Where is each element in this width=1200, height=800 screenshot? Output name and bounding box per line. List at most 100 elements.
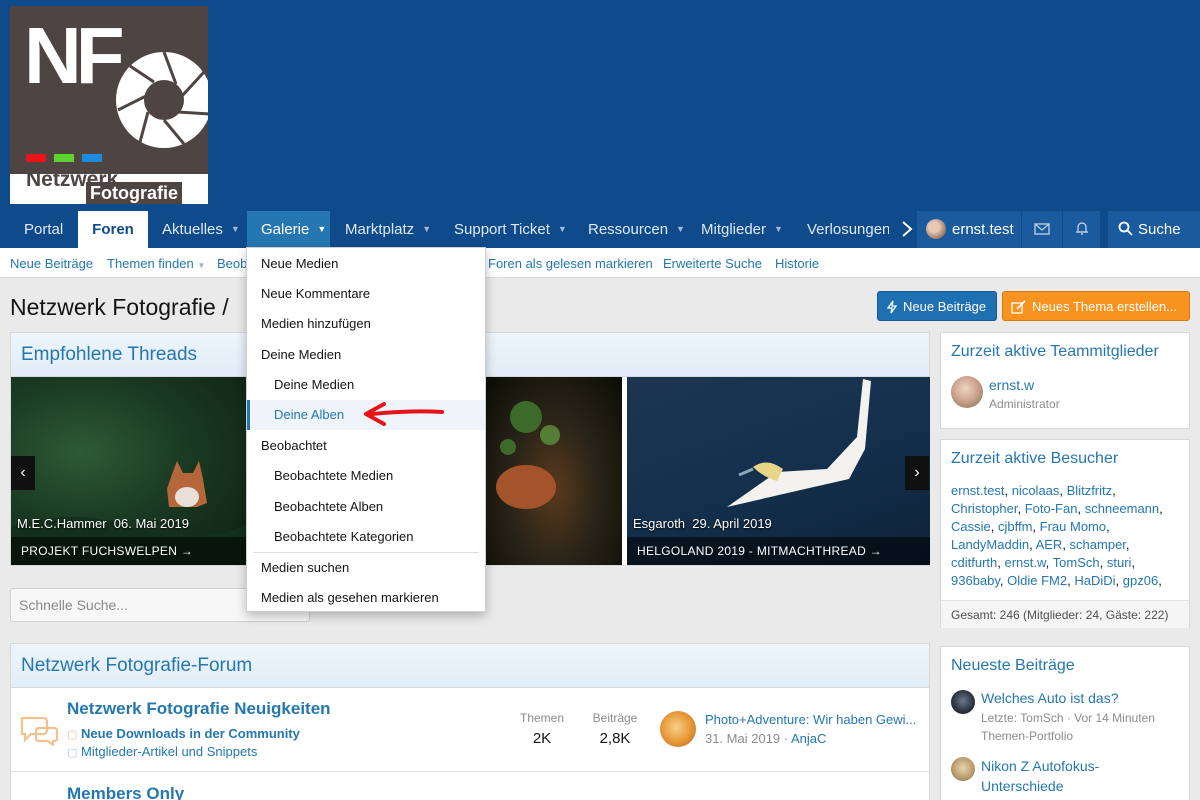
team-member-name[interactable]: ernst.w <box>989 377 1034 393</box>
chevron-down-icon[interactable]: ▼ <box>422 211 431 248</box>
avatar[interactable] <box>951 376 983 408</box>
visitor-link[interactable]: Frau Momo <box>1040 519 1106 534</box>
visitor-link[interactable]: cditfurth <box>951 555 997 570</box>
tab-support-ticket[interactable]: Support Ticket ▼ <box>444 211 577 248</box>
aperture-icon <box>116 51 208 148</box>
visitor-link[interactable]: HaDiDi <box>1074 573 1115 588</box>
site-logo[interactable]: NF Netzwerk Fotografie <box>10 6 208 204</box>
subforum-link[interactable]: ▢ Neue Downloads in der Community <box>67 726 300 741</box>
slide-caption[interactable]: PROJEKT FUCHSWELPEN → <box>11 537 247 565</box>
inbox-button[interactable] <box>1022 211 1062 248</box>
menu-item-your-media-heading[interactable]: Deine Medien <box>247 340 485 370</box>
tab-foren[interactable]: Foren <box>78 211 148 248</box>
new-posts-button[interactable]: Neue Beiträge <box>877 291 997 321</box>
visitor-link[interactable]: nicolaas <box>1012 483 1060 498</box>
last-post-title[interactable]: Photo+Adventure: Wir haben Gewi... <box>705 712 916 727</box>
visitor-link[interactable]: gpz06 <box>1123 573 1158 588</box>
forum-title-link[interactable]: Netzwerk Fotografie Neuigkeiten <box>67 699 331 719</box>
latest-post-title[interactable]: Nikon Z Autofokus- <box>981 758 1099 774</box>
visitor-link[interactable]: LandyMaddin <box>951 537 1029 552</box>
slider-next-button[interactable]: › <box>905 456 929 490</box>
visitor-link[interactable]: 936baby <box>951 573 1000 588</box>
logo-color-bars <box>26 150 110 165</box>
subnav-advanced-search[interactable]: Erweiterte Suche <box>663 256 762 271</box>
subforum-link[interactable]: ▢ Mitglieder-Artikel und Snippets <box>67 744 257 759</box>
new-thread-label: Neues Thema erstellen... <box>1032 299 1177 314</box>
menu-item-search-media[interactable]: Medien suchen <box>247 553 485 583</box>
last-post-user[interactable]: AnjaC <box>791 731 826 746</box>
menu-item-add-media[interactable]: Medien hinzufügen <box>247 309 485 339</box>
chevron-down-icon[interactable]: ▼ <box>558 211 567 248</box>
tab-mitglieder[interactable]: Mitglieder ▼ <box>691 211 793 248</box>
avatar[interactable] <box>951 690 975 714</box>
subnav-watched[interactable]: Beob <box>217 256 247 271</box>
featured-slide[interactable]: M.E.C.Hammer 06. Mai 2019 PROJEKT FUCHSW… <box>11 377 247 565</box>
slide-caption[interactable]: HELGOLAND 2019 - MITMACHTHREAD → <box>627 537 930 565</box>
tab-verlosungen[interactable]: Verlosungen <box>797 211 889 248</box>
visitor-link[interactable]: cjbffm <box>998 519 1032 534</box>
visitor-link[interactable]: Blitzfritz <box>1067 483 1113 498</box>
featured-slide[interactable] <box>486 377 622 565</box>
subnav-history[interactable]: Historie <box>775 256 819 271</box>
visitor-link[interactable]: schamper <box>1070 537 1126 552</box>
visitor-link[interactable]: TomSch <box>1053 555 1100 570</box>
latest-post-forum[interactable]: Themen-Portfolio <box>981 729 1073 743</box>
divider <box>11 771 929 772</box>
menu-item-watched-albums[interactable]: Beobachtete Alben <box>247 492 485 522</box>
visitor-link[interactable]: Foto-Fan <box>1025 501 1078 516</box>
active-visitors-block: Zurzeit aktive Besucher ernst.test, nico… <box>940 439 1190 628</box>
chevron-down-icon[interactable]: ▼ <box>676 211 685 248</box>
visitor-link[interactable]: Christopher <box>951 501 1017 516</box>
chevron-down-icon[interactable]: ▼ <box>317 211 326 248</box>
tab-marktplatz[interactable]: Marktplatz ▼ <box>335 211 441 248</box>
chevron-down-icon[interactable]: ▼ <box>231 211 240 248</box>
latest-post-title[interactable]: Welches Auto ist das? <box>981 690 1118 706</box>
latest-post-title-cont[interactable]: Unterschiede <box>981 778 1064 794</box>
search-icon <box>1118 221 1133 236</box>
subnav-mark-read[interactable]: Foren als gelesen markieren <box>488 256 653 271</box>
forum-title-link[interactable]: Members Only <box>67 784 184 800</box>
tab-label: Galerie <box>261 221 310 238</box>
menu-item-watched-categories[interactable]: Beobachtete Kategorien <box>247 522 485 552</box>
slide-author: M.E.C.Hammer <box>17 516 107 531</box>
tab-aktuelles[interactable]: Aktuelles ▼ <box>152 211 250 248</box>
menu-item-new-media[interactable]: Neue Medien <box>247 249 485 279</box>
menu-item-your-media[interactable]: Deine Medien <box>247 370 485 400</box>
tab-portal[interactable]: Portal <box>14 211 73 248</box>
tab-label: Aktuelles <box>162 221 223 238</box>
visitor-link[interactable]: AER <box>1036 537 1063 552</box>
tab-ressourcen[interactable]: Ressourcen ▼ <box>578 211 695 248</box>
subnav-new-posts[interactable]: Neue Beiträge <box>10 256 93 271</box>
visitor-link[interactable]: Oldie FM2 <box>1007 573 1067 588</box>
chevron-down-icon: ▼ <box>197 261 206 270</box>
forum-category-title[interactable]: Netzwerk Fotografie-Forum <box>11 644 929 688</box>
tab-galerie[interactable]: Galerie ▼ <box>247 211 330 248</box>
visitor-link[interactable]: schneemann <box>1085 501 1159 516</box>
chevron-down-icon[interactable]: ▼ <box>774 211 783 248</box>
avatar[interactable] <box>660 711 696 747</box>
user-menu[interactable]: ernst.test <box>917 211 1021 248</box>
logo-word-fotografie: Fotografie <box>86 182 182 204</box>
visitor-link[interactable]: Cassie <box>951 519 991 534</box>
chevron-right-icon: › <box>914 464 920 481</box>
menu-item-watched-media[interactable]: Beobachtete Medien <box>247 461 485 491</box>
visitor-link[interactable]: bbearny <box>951 591 998 593</box>
menu-item-new-comments[interactable]: Neue Kommentare <box>247 279 485 309</box>
featured-slide[interactable]: Esgaroth 29. April 2019 HELGOLAND 2019 -… <box>627 377 930 565</box>
visitor-link[interactable]: ernst.test <box>951 483 1004 498</box>
user-name: ernst.test <box>952 221 1014 238</box>
menu-item-mark-media-viewed[interactable]: Medien als gesehen markieren <box>247 583 485 613</box>
new-posts-label: Neue Beiträge <box>903 299 987 314</box>
visitor-link[interactable]: sturi <box>1107 555 1132 570</box>
posts-label: Beiträge <box>592 711 638 725</box>
nav-more-button[interactable] <box>897 211 917 248</box>
search-button[interactable]: Suche <box>1108 211 1200 248</box>
menu-item-watched-heading[interactable]: Beobachtet <box>247 431 485 461</box>
alerts-button[interactable] <box>1063 211 1100 248</box>
subnav-find-threads[interactable]: Themen finden ▼ <box>107 256 205 271</box>
visitor-link[interactable]: ernst.w <box>1004 555 1045 570</box>
slider-prev-button[interactable]: ‹ <box>11 456 35 490</box>
new-thread-button[interactable]: Neues Thema erstellen... <box>1002 291 1190 321</box>
avatar[interactable] <box>951 757 975 781</box>
sub-nav: Neue Beiträge Themen finden ▼ Beob Foren… <box>0 248 1200 278</box>
